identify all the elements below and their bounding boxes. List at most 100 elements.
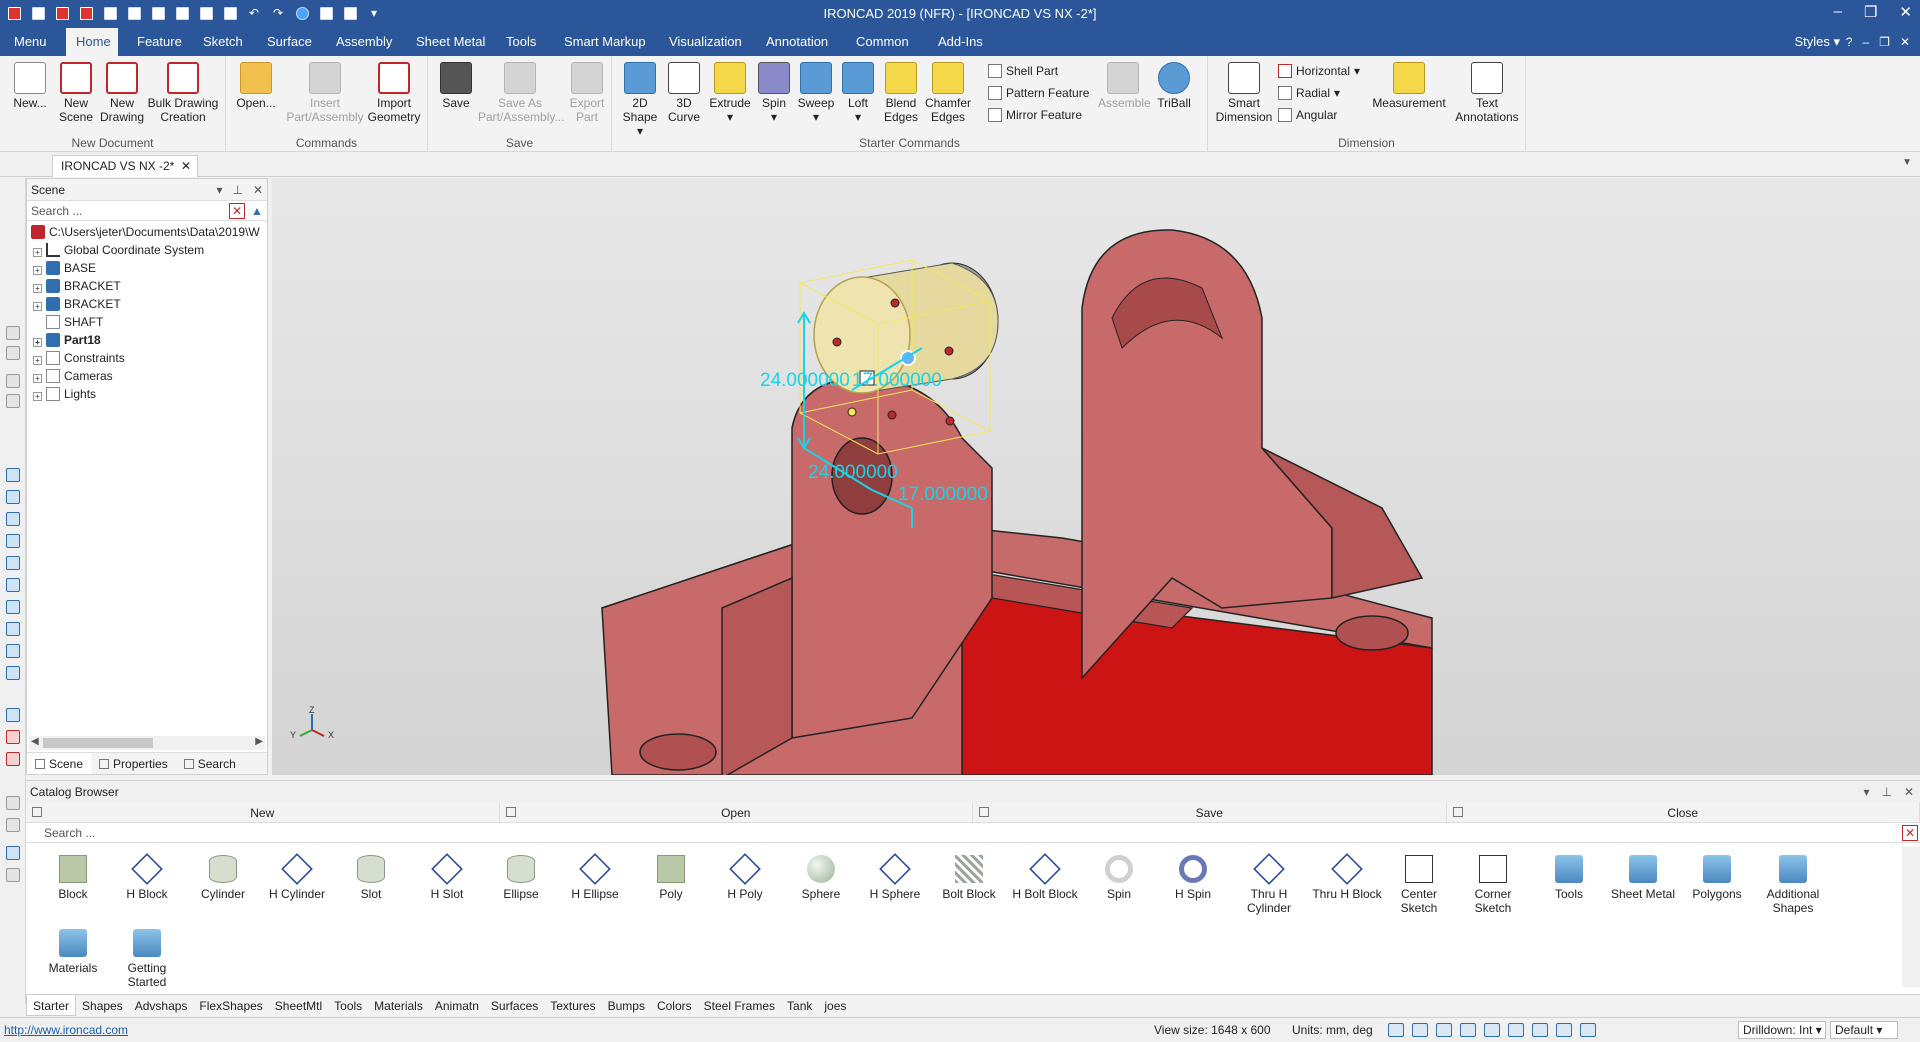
tab-sheet-metal[interactable]: Sheet Metal	[406, 28, 495, 56]
expand-icon[interactable]: +	[33, 374, 42, 383]
catalog-item-h-slot[interactable]: H Slot	[410, 853, 484, 901]
catalog-item-getting-started[interactable]: Getting Started	[110, 929, 184, 989]
website-link[interactable]: http://www.ironcad.com	[4, 1018, 128, 1042]
catalog-item-tools[interactable]: Tools	[1532, 855, 1606, 901]
tool-icon-4[interactable]	[6, 394, 20, 408]
catalog-tab-starter[interactable]: Starter	[26, 995, 77, 1016]
tree-item-bracket-2[interactable]: + BRACKET	[27, 295, 267, 313]
catalog-item-h-sphere[interactable]: H Sphere	[858, 853, 932, 901]
tab-common[interactable]: Common	[846, 28, 919, 56]
tool-icon-13[interactable]	[6, 644, 20, 658]
document-tab[interactable]: IRONCAD VS NX -2* ✕	[52, 155, 198, 177]
catalog-tab-sheetmtl[interactable]: SheetMtl	[269, 995, 328, 1016]
sweep-button[interactable]: Sweep ▾	[796, 62, 836, 124]
save-button[interactable]: Save	[436, 62, 476, 110]
catalog-item-corner-sketch[interactable]: Corner Sketch	[1456, 855, 1530, 915]
bulk-drawing-button[interactable]: Bulk Drawing Creation	[146, 62, 220, 124]
tree-item-root[interactable]: C:\Users\jeter\Documents\Data\2019\W	[27, 223, 267, 241]
catalog-tab-shapes[interactable]: Shapes	[76, 995, 129, 1016]
pattern-feature-button[interactable]: Pattern Feature	[988, 84, 1089, 102]
insert-part-button[interactable]: Insert Part/Assembly	[284, 62, 366, 124]
tab-smart-markup[interactable]: Smart Markup	[554, 28, 656, 56]
close-pane-icon[interactable]: ✕	[1904, 781, 1914, 803]
expand-icon[interactable]: +	[33, 266, 42, 275]
tool-icon-8[interactable]	[6, 534, 20, 548]
3d-viewport[interactable]: 24.000000 17.000000 24.000000 17.000000 …	[272, 178, 1920, 775]
clear-search-icon[interactable]: ✕	[1902, 825, 1918, 841]
catalog-tab-tank[interactable]: Tank	[781, 995, 818, 1016]
tool-icon-18[interactable]	[6, 796, 20, 810]
catalog-item-h-bolt-block[interactable]: H Bolt Block	[1002, 853, 1088, 901]
maximize-icon[interactable]: ❐	[1864, 3, 1877, 21]
scroll-right-icon[interactable]: ▶	[255, 736, 263, 747]
catalog-item-polygons[interactable]: Polygons	[1680, 855, 1754, 901]
catalog-item-sphere[interactable]: Sphere	[784, 855, 858, 901]
view-cube-icon[interactable]	[1436, 1023, 1452, 1037]
dimension-label-length[interactable]: 17.000000	[898, 484, 988, 505]
catalog-item-bolt-block[interactable]: Bolt Block	[932, 855, 1006, 901]
catalog-item-thru-h-block[interactable]: Thru H Block	[1306, 853, 1388, 901]
assemble-button[interactable]: Assemble	[1098, 62, 1151, 110]
pane-menu-icon[interactable]: ▾	[1863, 781, 1869, 803]
tab-add-ins[interactable]: Add-Ins	[928, 28, 993, 56]
catalog-close-button[interactable]: Close	[1447, 803, 1920, 822]
pane-menu-icon[interactable]: ▾	[216, 179, 222, 201]
extrude-button[interactable]: Extrude ▾	[708, 62, 752, 124]
tree-item-cameras[interactable]: + Cameras	[27, 367, 267, 385]
section-icon[interactable]	[1556, 1023, 1572, 1037]
tab-list-icon[interactable]: ▼	[1902, 157, 1912, 168]
catalog-tab-surfaces[interactable]: Surfaces	[485, 995, 544, 1016]
save-as-button[interactable]: Save As Part/Assembly...	[478, 62, 564, 124]
drilldown-select[interactable]: Drilldown: Int ▾	[1738, 1021, 1826, 1039]
tree-item-base[interactable]: + BASE	[27, 259, 267, 277]
tool-icon-5[interactable]	[6, 468, 20, 482]
3d-curve-button[interactable]: 3D Curve	[664, 62, 704, 124]
select-pointer-icon[interactable]	[1580, 1023, 1596, 1037]
dimension-label-width[interactable]: 24.000000	[808, 462, 898, 483]
horizontal-dimension-button[interactable]: Horizontal ▾	[1278, 62, 1360, 80]
mirror-feature-button[interactable]: Mirror Feature	[988, 106, 1082, 124]
catalog-search-input[interactable]: Search ... ✕	[26, 823, 1920, 843]
catalog-open-button[interactable]: Open	[500, 803, 973, 822]
scroll-left-icon[interactable]: ◀	[31, 736, 39, 747]
tree-item-lights[interactable]: + Lights	[27, 385, 267, 403]
2d-shape-button[interactable]: 2D Shape ▾	[620, 62, 660, 138]
clear-search-icon[interactable]: ✕	[229, 203, 245, 219]
tree-item-global-coordinate-system[interactable]: + Global Coordinate System	[27, 241, 267, 259]
tool-icon-10[interactable]	[6, 578, 20, 592]
catalog-item-h-spin[interactable]: H Spin	[1156, 855, 1230, 901]
default-select[interactable]: Default ▾	[1830, 1021, 1898, 1039]
close-document-icon[interactable]: ✕	[181, 156, 191, 176]
catalog-item-block[interactable]: Block	[36, 855, 110, 901]
tab-home[interactable]: Home	[66, 28, 118, 56]
shading-icon[interactable]	[1508, 1023, 1524, 1037]
new-button[interactable]: New...	[10, 62, 50, 110]
expand-icon[interactable]: +	[33, 248, 42, 257]
tree-item-part18[interactable]: + Part18	[27, 331, 267, 349]
catalog-item-h-ellipse[interactable]: H Ellipse	[558, 853, 632, 901]
minimize-icon[interactable]: –	[1834, 3, 1842, 21]
close-pane-icon[interactable]: ✕	[253, 179, 263, 201]
spin-button[interactable]: Spin ▾	[756, 62, 792, 124]
tool-icon-15[interactable]	[6, 708, 20, 722]
tree-item-bracket[interactable]: + BRACKET	[27, 277, 267, 295]
tab-feature[interactable]: Feature	[127, 28, 192, 56]
catalog-tab-advshaps[interactable]: Advshaps	[129, 995, 194, 1016]
expand-icon[interactable]: +	[33, 284, 42, 293]
loft-button[interactable]: Loft ▾	[840, 62, 876, 124]
lighting-icon[interactable]	[1484, 1023, 1500, 1037]
help-icon[interactable]: ?	[1846, 28, 1853, 56]
catalog-item-h-poly[interactable]: H Poly	[708, 853, 782, 901]
catalog-tab-joes[interactable]: joes	[818, 995, 852, 1016]
tool-icon-1[interactable]	[6, 326, 20, 340]
close-icon[interactable]: ✕	[1899, 3, 1912, 21]
tool-icon-3[interactable]	[6, 374, 20, 388]
measurement-button[interactable]: Measurement	[1370, 62, 1448, 110]
expand-icon[interactable]: +	[33, 302, 42, 311]
display-icon[interactable]	[1532, 1023, 1548, 1037]
tool-icon-12[interactable]	[6, 622, 20, 636]
catalog-item-thru-h-cylinder[interactable]: Thru H Cylinder	[1232, 853, 1306, 915]
expand-icon[interactable]: +	[33, 392, 42, 401]
shell-part-button[interactable]: Shell Part	[988, 62, 1058, 80]
angular-dimension-button[interactable]: Angular	[1278, 106, 1337, 124]
